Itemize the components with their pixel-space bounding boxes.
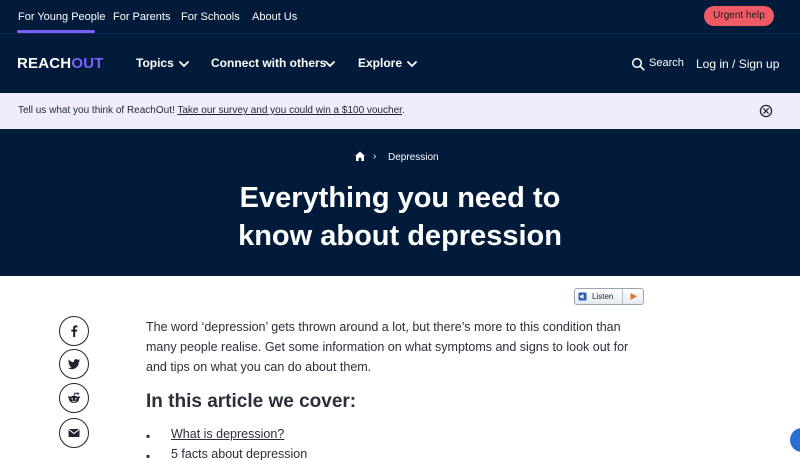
toc-item-5-facts: 5 facts about depression [171,447,308,460]
toc-bullet: ▪ [146,449,151,460]
facebook-icon [71,325,78,337]
logo-text-accent: OUT [71,55,104,72]
logo-text-main: REACH [17,55,72,72]
listen-label: Listen [592,292,614,301]
chevron-down-icon[interactable] [406,58,418,70]
listen-divider [622,289,623,304]
chevron-down-icon[interactable] [324,58,336,70]
main-nav: REACHOUT Topics Connect with others Expl… [0,33,800,93]
breadcrumb-separator: › [373,151,377,162]
search-button[interactable]: Search [649,57,684,69]
email-icon [68,429,80,437]
share-twitter-button[interactable] [59,349,89,379]
reachout-logo[interactable]: REACHOUT [17,55,104,72]
chevron-down-icon[interactable] [178,58,190,70]
article-intro: The word ‘depression’ gets thrown around… [146,320,629,374]
survey-banner: Tell us what you think of ReachOut! Take… [0,93,800,129]
login-signup-link[interactable]: Log in / Sign up [696,57,779,71]
nav-item-topics[interactable]: Topics [136,56,174,70]
chat-widget-button[interactable] [790,428,800,452]
page-title-line-1: Everything you need to [239,182,561,214]
listen-button[interactable]: Listen [574,288,644,305]
nav-item-connect[interactable]: Connect with others [211,56,326,70]
page-title-line-2: know about depression [238,220,562,252]
search-icon[interactable] [631,57,645,71]
toc-link-what-is-depression[interactable]: What is depression? [171,427,284,441]
audience-bar: For Young People For Parents For Schools… [0,0,800,33]
banner-message: Tell us what you think of ReachOut! Take… [18,105,405,116]
survey-link[interactable]: Take our survey and you could win a $100… [177,105,402,116]
speaker-icon [578,292,587,301]
nav-item-explore[interactable]: Explore [358,56,402,70]
twitter-icon [68,359,80,370]
banner-text: Tell us what you think of ReachOut! [18,105,178,116]
toc-bullet: ▪ [146,429,151,443]
audience-tab-parents[interactable]: For Parents [113,11,170,23]
audience-tab-about-us[interactable]: About Us [252,11,297,23]
banner-end: . [401,105,405,116]
close-circle-icon[interactable] [759,104,773,118]
share-email-button[interactable] [59,418,89,448]
share-facebook-button[interactable] [59,316,89,346]
play-icon[interactable] [629,292,638,301]
share-reddit-button[interactable] [59,383,89,413]
audience-tab-young-people[interactable]: For Young People [18,11,105,23]
reddit-icon [68,392,80,403]
home-icon[interactable] [354,150,366,162]
toc-heading: In this article we cover: [146,391,357,412]
breadcrumb-current[interactable]: Depression [388,152,439,163]
audience-tab-schools[interactable]: For Schools [181,11,240,23]
page-title: Everything you need to know about depress… [150,179,650,255]
urgent-help-button[interactable]: Urgent help [704,6,774,26]
